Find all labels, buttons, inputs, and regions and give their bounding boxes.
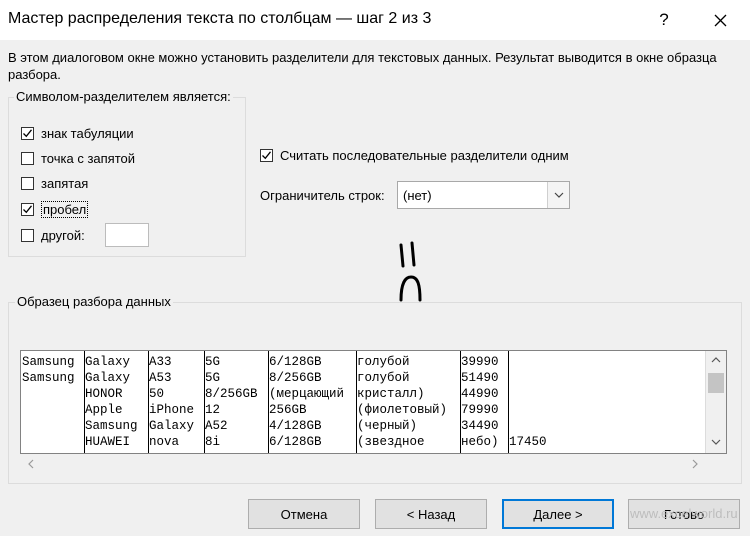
- delimiter-legend: Символом-разделителем является:: [14, 89, 233, 104]
- preview-cell: Samsung: [22, 371, 75, 385]
- comma-checkbox[interactable]: [21, 177, 34, 190]
- preview-cell: 50: [149, 387, 165, 401]
- preview-cell: iPhone: [149, 403, 195, 417]
- preview-cell: небо): [461, 435, 499, 449]
- close-icon: [714, 14, 726, 26]
- preview-cell: 8/256GB: [269, 371, 322, 385]
- other-checkbox[interactable]: [21, 229, 34, 242]
- preview-cell: 44990: [461, 387, 499, 401]
- consecutive-checkbox[interactable]: [260, 149, 273, 162]
- preview-cell: Galaxy: [85, 355, 131, 369]
- other-label: другой:: [41, 228, 85, 243]
- window-title: Мастер распределения текста по столбцам …: [8, 10, 432, 27]
- help-icon: ?: [659, 10, 669, 29]
- semicolon-checkbox[interactable]: [21, 152, 34, 165]
- preview-cell: Apple: [85, 403, 123, 417]
- scroll-thumb[interactable]: [708, 373, 724, 393]
- preview-cell: Galaxy: [149, 419, 195, 433]
- comma-option[interactable]: запятая: [21, 176, 88, 191]
- consecutive-label: Считать последовательные разделители одн…: [280, 148, 569, 163]
- close-button[interactable]: [697, 6, 743, 34]
- preview-cell: 39990: [461, 355, 499, 369]
- preview-cell: 256GB: [269, 403, 307, 417]
- preview-cell: 79990: [461, 403, 499, 417]
- horizontal-scrollbar[interactable]: [20, 454, 707, 474]
- preview-cell: 8/256GB: [205, 387, 258, 401]
- checkmark-icon: [23, 129, 33, 138]
- dialog-description: В этом диалоговом окне можно установить …: [8, 50, 717, 82]
- preview-cell: 4/128GB: [269, 419, 322, 433]
- chevron-down-icon[interactable]: [711, 439, 721, 445]
- preview-cell: (звездное: [357, 435, 425, 449]
- preview-cell: 34490: [461, 419, 499, 433]
- semicolon-option[interactable]: точка с запятой: [21, 151, 135, 166]
- handwritten-annotation: [399, 241, 422, 302]
- preview-cell: HUAWEI: [85, 435, 131, 449]
- preview-cell: 51490: [461, 371, 499, 385]
- title-bar: Мастер распределения текста по столбцам …: [0, 0, 750, 40]
- preview-cell: (мерцающий: [269, 387, 345, 401]
- tab-option[interactable]: знак табуляции: [21, 126, 134, 141]
- watermark: www.excelworld.ru: [630, 506, 738, 521]
- preview-cell: A52: [205, 419, 228, 433]
- preview-cell: Samsung: [22, 355, 75, 369]
- dropdown-button[interactable]: [547, 182, 569, 208]
- chevron-right-icon[interactable]: [692, 459, 698, 469]
- space-label: пробел: [41, 201, 89, 218]
- preview-cell: 5G: [205, 371, 221, 385]
- next-button[interactable]: Далее >: [502, 499, 614, 529]
- preview-cell: кристалл): [357, 387, 425, 401]
- checkmark-icon: [23, 205, 33, 214]
- chevron-left-icon[interactable]: [28, 459, 34, 469]
- comma-label: запятая: [41, 176, 89, 191]
- preview-cell: голубой: [357, 355, 410, 369]
- preview-cell: 5G: [205, 355, 221, 369]
- preview-cell: 12: [205, 403, 221, 417]
- tab-label: знак табуляции: [41, 126, 134, 141]
- preview-cell: A53: [149, 371, 172, 385]
- other-option[interactable]: другой:: [21, 228, 85, 243]
- preview-cell: 17450: [509, 435, 547, 449]
- vertical-scrollbar[interactable]: [705, 351, 726, 453]
- preview-cell: Samsung: [85, 419, 138, 433]
- chevron-up-icon[interactable]: [711, 357, 721, 363]
- back-button-label: < Назад: [406, 506, 456, 522]
- preview-cell: HONOR: [85, 387, 123, 401]
- text-qualifier-select[interactable]: (нет): [397, 181, 570, 209]
- preview-cell: 6/128GB: [269, 355, 322, 369]
- preview-cell: голубой: [357, 371, 410, 385]
- preview-cell: Galaxy: [85, 371, 131, 385]
- cancel-button[interactable]: Отмена: [248, 499, 360, 529]
- preview-cell: 8i: [205, 435, 221, 449]
- preview-cell: (фиолетовый): [357, 403, 448, 417]
- semicolon-label: точка с запятой: [41, 151, 136, 166]
- next-button-label: Далее >: [533, 506, 583, 522]
- chevron-down-icon: [554, 192, 563, 198]
- space-checkbox[interactable]: [21, 203, 34, 216]
- space-option[interactable]: пробел: [21, 201, 89, 218]
- preview-cell: 6/128GB: [269, 435, 322, 449]
- preview-legend: Образец разбора данных: [15, 294, 173, 309]
- text-qualifier-value: (нет): [403, 188, 432, 203]
- consecutive-option[interactable]: Считать последовательные разделители одн…: [260, 148, 569, 163]
- tab-checkbox[interactable]: [21, 127, 34, 140]
- data-preview[interactable]: Samsung Galaxy A33 5G 6/128GB голубой 39990 Sam…: [20, 350, 727, 454]
- preview-cell: (черный): [357, 419, 418, 433]
- other-delimiter-input[interactable]: [105, 223, 149, 247]
- help-button[interactable]: ?: [641, 6, 687, 34]
- text-qualifier-label: Ограничитель строк:: [260, 188, 385, 203]
- preview-cell: nova: [149, 435, 180, 449]
- back-button[interactable]: < Назад: [375, 499, 487, 529]
- preview-cell: A33: [149, 355, 172, 369]
- checkmark-icon: [262, 151, 272, 160]
